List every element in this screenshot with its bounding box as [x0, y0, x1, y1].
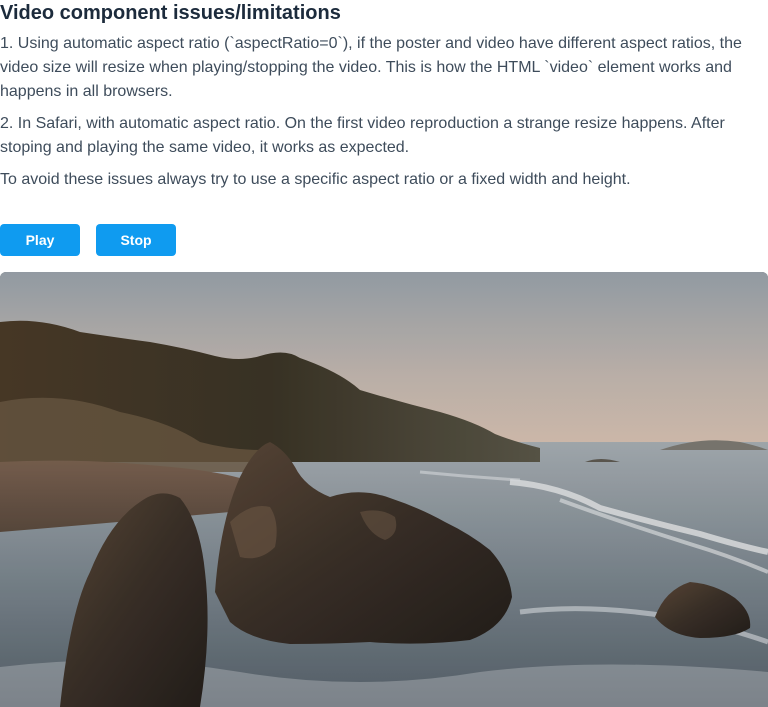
- play-button[interactable]: Play: [0, 224, 80, 256]
- issue-paragraph-1: 1. Using automatic aspect ratio (`aspect…: [0, 35, 742, 100]
- page-title: Video component issues/limitations: [0, 2, 341, 24]
- video-poster-image: [0, 272, 768, 707]
- issue-paragraph-2: 2. In Safari, with automatic aspect rati…: [0, 115, 725, 156]
- stop-button[interactable]: Stop: [96, 224, 176, 256]
- video-player[interactable]: [0, 272, 768, 707]
- advice-paragraph: To avoid these issues always try to use …: [0, 171, 631, 188]
